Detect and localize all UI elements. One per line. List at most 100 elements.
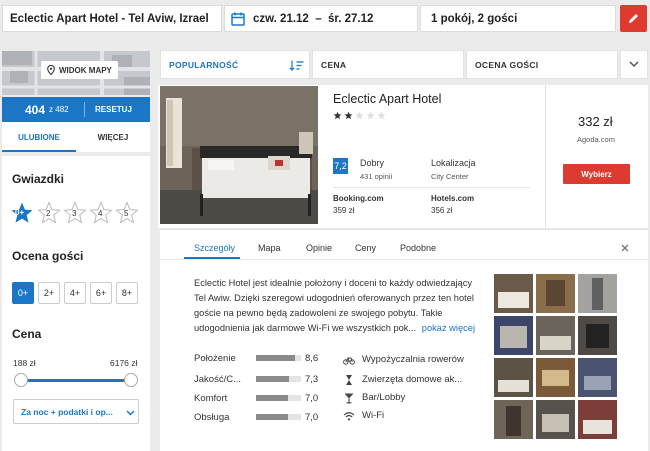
photo-detail xyxy=(540,336,571,350)
destination-text: Eclectic Apart Hotel - Tel Aviw, Izrael xyxy=(10,12,209,25)
photo-thumbnail[interactable] xyxy=(494,358,533,397)
star-filter-4[interactable]: 4 xyxy=(89,201,113,225)
sort-price[interactable]: CENA xyxy=(312,50,464,79)
photo-thumbnail[interactable] xyxy=(494,274,533,313)
price-slider-min-handle[interactable] xyxy=(14,373,28,387)
show-more-link[interactable]: pokaż więcej xyxy=(422,323,475,333)
sort-icon xyxy=(289,60,304,71)
date-text: czw. 21.12 – śr. 27.12 xyxy=(253,12,374,25)
tab-prices[interactable]: Ceny xyxy=(355,243,376,253)
map-view-button[interactable]: WIDOK MAPY xyxy=(41,61,118,79)
guests-field[interactable]: 1 pokój, 2 gości xyxy=(420,5,616,32)
star-filter-0[interactable]: 0+ xyxy=(10,201,34,225)
sort-popularity-label: POPULARNOŚĆ xyxy=(169,59,239,70)
rating-service-label: Obsługa xyxy=(194,412,230,423)
rating-location-label: Położenie xyxy=(194,353,236,364)
sort-more-button[interactable] xyxy=(620,50,648,79)
star-filter-label: 0+ xyxy=(15,208,25,217)
tab-more[interactable]: WIĘCEJ xyxy=(76,122,150,152)
hotel-description: Eclectic Hotel jest idealnie położony i … xyxy=(194,276,482,336)
reviews-count[interactable]: 431 opinii xyxy=(360,172,392,181)
tab-reviews[interactable]: Opinie xyxy=(306,243,332,253)
rating-filter-title: Ocena gości xyxy=(12,249,84,263)
rating-label: Dobry xyxy=(360,158,385,168)
hourglass-icon xyxy=(346,375,352,385)
photo-detail xyxy=(498,292,529,308)
pencil-icon xyxy=(629,14,638,23)
offer-site-hotels[interactable]: Hotels.com xyxy=(431,194,474,203)
offer-site-booking[interactable]: Booking.com xyxy=(333,194,384,203)
sort-popularity[interactable]: POPULARNOŚĆ xyxy=(160,50,310,79)
photo-thumbnail[interactable] xyxy=(536,358,575,397)
amenity-wifi: Wi-Fi xyxy=(362,410,385,421)
results-total: z 482 xyxy=(49,105,69,114)
wifi-icon xyxy=(343,412,355,421)
star-filter-5[interactable]: 5 xyxy=(115,201,139,225)
photo-thumbnail[interactable] xyxy=(494,316,533,355)
price-slider-max-handle[interactable] xyxy=(124,373,138,387)
photo-thumbnail[interactable] xyxy=(536,316,575,355)
map-preview[interactable]: WIDOK MAPY xyxy=(2,51,150,95)
star-empty-icon xyxy=(355,111,364,120)
photo-thumbnail[interactable] xyxy=(578,358,617,397)
rating-filter-4[interactable]: 4+ xyxy=(64,282,86,304)
location-label: Lokalizacja xyxy=(431,158,476,168)
stars-filter-title: Gwiazdki xyxy=(12,172,65,186)
rating-value-bar xyxy=(256,376,301,382)
photo-detail xyxy=(542,414,569,432)
offer-price-booking: 359 zł xyxy=(333,206,355,215)
destination-field[interactable]: Eclectic Apart Hotel - Tel Aviw, Izrael xyxy=(2,5,222,32)
rating-service-value: 7,0 xyxy=(305,412,319,423)
photo-detail xyxy=(583,420,612,434)
sort-price-label: CENA xyxy=(321,59,347,70)
star-filled-icon xyxy=(333,111,342,120)
best-price-site: Agoda.com xyxy=(577,135,615,144)
edit-search-button[interactable] xyxy=(620,5,647,32)
results-count: 404 xyxy=(25,102,46,117)
cocktail-icon xyxy=(344,393,354,404)
rating-filter-2[interactable]: 2+ xyxy=(38,282,60,304)
photo-detail xyxy=(546,280,565,306)
hotel-name[interactable]: Eclectic Apart Hotel xyxy=(333,92,441,106)
photo-thumbnail[interactable] xyxy=(494,400,533,439)
rating-filter-8[interactable]: 8+ xyxy=(116,282,138,304)
photo-thumbnail[interactable] xyxy=(536,274,575,313)
star-filter-label: 4 xyxy=(98,209,103,218)
filter-tabs: ULUBIONE WIĘCEJ xyxy=(2,122,150,152)
price-mode-select[interactable]: Za noc + podatki i op... xyxy=(13,399,139,424)
offer-price-hotels: 356 zł xyxy=(431,206,453,215)
price-slider-track xyxy=(20,379,131,382)
photo-detail xyxy=(498,380,529,392)
chevron-down-icon xyxy=(629,61,639,68)
calendar-icon xyxy=(231,12,245,26)
photo-thumbnail[interactable] xyxy=(578,274,617,313)
star-filter-label: 3 xyxy=(72,209,77,218)
sort-rating[interactable]: OCENA GOŚCI xyxy=(466,50,618,79)
star-filter-label: 2 xyxy=(46,209,51,218)
star-empty-icon xyxy=(377,111,386,120)
reset-button[interactable]: RESETUJ xyxy=(95,105,132,114)
star-filter-2[interactable]: 2 xyxy=(37,201,61,225)
choose-button[interactable]: Wybierz xyxy=(563,164,630,184)
tab-map[interactable]: Mapa xyxy=(258,243,281,253)
photo-thumbnail[interactable] xyxy=(578,316,617,355)
hotel-photo[interactable] xyxy=(160,86,318,224)
star-filter-3[interactable]: 3 xyxy=(63,201,87,225)
photo-thumbnail[interactable] xyxy=(578,400,617,439)
tab-details[interactable]: Szczegóły xyxy=(194,243,235,253)
star-empty-icon xyxy=(366,111,375,120)
divider xyxy=(160,259,648,260)
photo-detail xyxy=(506,406,521,436)
rating-filter-6[interactable]: 6+ xyxy=(90,282,112,304)
results-count-bar: 404 z 482 RESETUJ xyxy=(2,97,150,122)
close-icon[interactable] xyxy=(621,244,629,252)
rating-filter-0[interactable]: 0+ xyxy=(12,282,34,304)
photo-detail xyxy=(586,324,609,348)
rating-location-value: 8,6 xyxy=(305,353,319,364)
location-value: City Center xyxy=(431,172,469,181)
tab-similar[interactable]: Podobne xyxy=(400,243,436,253)
rating-value-label: Jakość/C... xyxy=(194,374,241,385)
tab-favorites[interactable]: ULUBIONE xyxy=(2,122,76,152)
photo-thumbnail[interactable] xyxy=(536,400,575,439)
date-field[interactable]: czw. 21.12 – śr. 27.12 xyxy=(224,5,418,32)
